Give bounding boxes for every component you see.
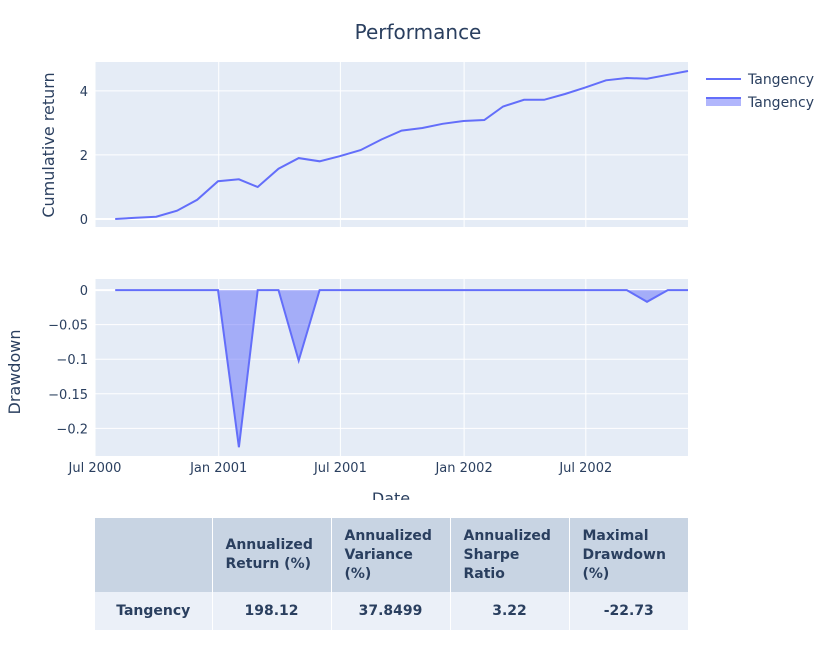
bottom-plot-background: [95, 279, 688, 456]
bottom-y-ticks: 0 −0.05 −0.1 −0.15 −0.2: [48, 284, 88, 437]
top-y-axis-label: Cumulative return: [39, 72, 58, 217]
table-cell: 3.22: [450, 592, 570, 630]
table-cell: Tangency: [95, 592, 213, 630]
x-axis-label: Date: [372, 489, 410, 500]
y-tick-label: −0.05: [48, 319, 88, 334]
legend-area-swatch: [706, 98, 741, 106]
table-cell: -22.73: [569, 592, 688, 630]
chart-title: Performance: [355, 20, 482, 44]
table-header-cell: [95, 518, 213, 592]
y-tick-label: −0.2: [56, 422, 88, 437]
top-y-ticks: 0 2 4: [80, 85, 88, 228]
legend[interactable]: Tangency Tangency: [706, 72, 814, 111]
table-row: Tangency 198.12 37.8499 3.22 -22.73: [95, 592, 688, 630]
x-tick-label: Jan 2002: [434, 461, 492, 476]
y-tick-label: −0.15: [48, 388, 88, 403]
table-cell: 37.8499: [331, 592, 451, 630]
table-header-cell: Annualized Return (%): [212, 518, 332, 592]
x-tick-label: Jul 2002: [558, 461, 612, 476]
table-header-cell: Maximal Drawdown (%): [569, 518, 688, 592]
y-tick-label: 4: [80, 85, 88, 100]
legend-label-area[interactable]: Tangency: [747, 95, 814, 111]
x-tick-label: Jan 2001: [189, 461, 247, 476]
table-cell: 198.12: [212, 592, 332, 630]
y-tick-label: −0.1: [56, 353, 88, 368]
x-ticks: Jul 2000 Jan 2001 Jul 2001 Jan 2002 Jul 2002: [68, 461, 613, 476]
y-tick-label: 0: [80, 213, 88, 228]
performance-table: Annualized Return (%) Annualized Varianc…: [95, 518, 688, 630]
y-tick-label: 0: [80, 284, 88, 299]
y-tick-label: 2: [80, 149, 88, 164]
performance-chart: Performance 0 2 4 Cumulative return 0 −0.05…: [5, 20, 814, 500]
table-header-cell: Annualized Variance (%): [331, 518, 451, 592]
legend-label-line[interactable]: Tangency: [747, 72, 814, 88]
table-header-row: Annualized Return (%) Annualized Varianc…: [95, 518, 688, 592]
top-plot-background: [95, 62, 688, 227]
x-tick-label: Jul 2001: [313, 461, 367, 476]
bottom-y-axis-label: Drawdown: [5, 330, 24, 415]
table-header-cell: Annualized Sharpe Ratio: [450, 518, 570, 592]
x-tick-label: Jul 2000: [68, 461, 122, 476]
